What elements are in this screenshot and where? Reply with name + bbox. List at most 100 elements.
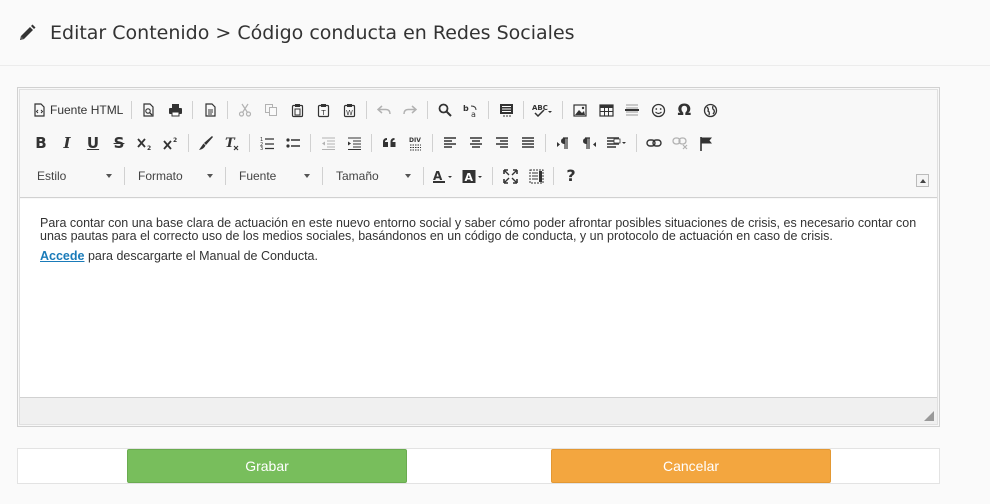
show-blocks-button[interactable] [523,163,549,189]
indent-icon [347,137,361,150]
svg-text:2: 2 [173,137,177,144]
subscript-icon: 2 [137,138,151,150]
toolbar-row-3: Estilo Formato Fuente Tamaño A A ? [28,162,584,190]
toolbar-separator [545,134,546,152]
bg-color-button[interactable]: A [458,163,488,189]
help-button[interactable]: ? [558,163,584,189]
pencil-icon [16,22,38,44]
source-html-label: Fuente HTML [50,103,124,117]
select-all-button[interactable] [493,97,519,123]
undo-button[interactable] [371,97,397,123]
table-icon [599,103,614,117]
editor-content-area[interactable]: Para contar con una base clara de actuac… [20,199,937,399]
cut-button[interactable] [232,97,258,123]
toolbar-separator [131,101,133,119]
indent-button[interactable] [341,130,367,156]
table-button[interactable] [593,97,619,123]
subscript-button[interactable]: 2 [132,130,158,156]
toolbar-separator [371,134,372,152]
toolbar-row-2: B I U S 2 2 T 1 2 3 DIV [28,129,719,157]
maximize-button[interactable] [497,163,523,189]
resize-handle-icon[interactable] [924,411,934,421]
accede-link[interactable]: Accede [40,249,84,263]
text-direction-ltr-icon [556,136,568,149]
align-right-button[interactable] [489,130,515,156]
show-blocks-icon [529,169,543,183]
replace-button[interactable]: ba [458,97,484,123]
page-title: Editar Contenido > Código conducta en Re… [50,21,575,44]
special-char-button[interactable]: Ω [671,97,697,123]
underline-icon: U [86,133,100,152]
globe-icon [703,103,718,117]
link-button[interactable] [641,130,667,156]
content-text: para descargarte el Manual de Conducta. [84,249,318,263]
toolbar-separator [553,167,554,185]
underline-button[interactable]: U [80,130,106,156]
paste-button[interactable] [284,97,310,123]
cancel-button[interactable]: Cancelar [551,449,831,483]
align-center-button[interactable] [463,130,489,156]
anchor-button[interactable] [693,130,719,156]
iframe-button[interactable] [697,97,723,123]
bulleted-list-button[interactable] [280,130,306,156]
bold-button[interactable]: B [28,130,54,156]
text-color-icon: A [433,169,452,183]
create-div-button[interactable]: DIV [402,130,428,156]
print-button[interactable] [162,97,188,123]
copy-button[interactable] [258,97,284,123]
font-combo[interactable]: Fuente [230,163,318,189]
templates-button[interactable] [197,97,223,123]
svg-text:3: 3 [260,146,263,150]
svg-text:A: A [433,169,443,183]
preview-button[interactable] [136,97,162,123]
numbered-list-button[interactable]: 123 [254,130,280,156]
spellcheck-button[interactable]: ABC [528,97,558,123]
italic-button[interactable]: I [54,130,80,156]
strikethrough-button[interactable]: S [106,130,132,156]
toolbar-separator [124,167,125,185]
text-color-button[interactable]: A [428,163,458,189]
align-left-icon [444,137,456,148]
collapse-toolbar-button[interactable] [916,174,929,187]
remove-format-icon: T [225,136,239,151]
horizontal-rule-icon [625,104,640,116]
align-left-button[interactable] [437,130,463,156]
rtl-button[interactable] [576,130,602,156]
find-button[interactable] [432,97,458,123]
language-button[interactable] [602,130,632,156]
blockquote-button[interactable] [376,130,402,156]
toolbar-separator [432,134,433,152]
smiley-button[interactable] [645,97,671,123]
horizontal-rule-button[interactable] [619,97,645,123]
redo-icon [403,105,418,115]
paste-word-button[interactable]: W [336,97,362,123]
redo-button[interactable] [397,97,423,123]
collapse-arrow-icon [919,178,926,183]
italic-icon: I [63,133,71,152]
save-button[interactable]: Grabar [127,449,407,483]
unlink-button[interactable] [667,130,693,156]
svg-text:2: 2 [147,145,151,150]
format-combo[interactable]: Formato [129,163,221,189]
help-icon: ? [566,166,576,185]
remove-format-button[interactable]: T [219,130,245,156]
outdent-button[interactable] [315,130,341,156]
image-button[interactable] [567,97,593,123]
toolbar-separator [225,167,226,185]
clipboard-icon [291,103,303,117]
size-combo[interactable]: Tamaño [327,163,419,189]
svg-text:b: b [463,104,469,113]
copy-format-button[interactable] [193,130,219,156]
superscript-button[interactable]: 2 [158,130,184,156]
justify-button[interactable] [515,130,541,156]
link-icon [646,139,662,147]
source-html-button[interactable]: Fuente HTML [28,97,127,123]
document-icon [205,103,216,117]
toolbar-separator [523,101,525,119]
style-combo[interactable]: Estilo [28,163,120,189]
align-right-icon [496,137,508,148]
paste-text-button[interactable]: T [310,97,336,123]
svg-text:DIV: DIV [409,137,421,144]
size-combo-label: Tamaño [336,169,379,183]
ltr-button[interactable] [550,130,576,156]
